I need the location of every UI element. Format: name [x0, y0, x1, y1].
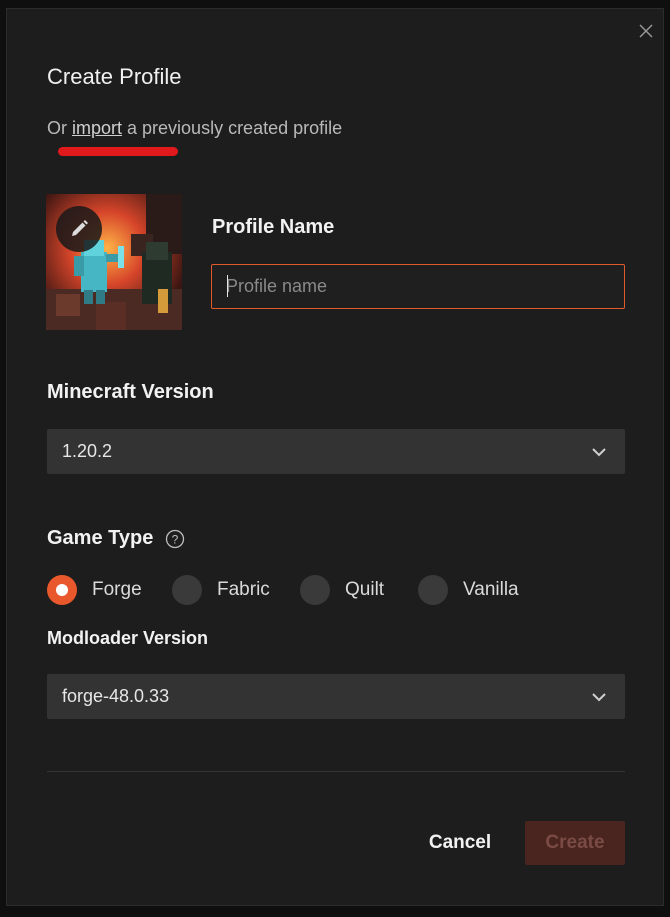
profile-name-label: Profile Name	[212, 216, 335, 238]
profile-name-input[interactable]	[211, 264, 625, 309]
radio-fabric[interactable]: Fabric	[172, 574, 270, 606]
create-profile-dialog: Create Profile Or import a previously cr…	[6, 8, 664, 906]
minecraft-version-value: 1.20.2	[62, 441, 113, 461]
svg-text:?: ?	[172, 533, 179, 547]
radio-label: Forge	[92, 579, 142, 600]
radio-label: Quilt	[345, 579, 385, 600]
create-button[interactable]: Create	[525, 821, 625, 865]
radio-indicator	[418, 575, 448, 605]
radio-label: Fabric	[217, 579, 270, 600]
annotation-underline	[58, 147, 178, 156]
modloader-version-value: forge-48.0.33	[62, 686, 170, 706]
import-suffix: a previously created profile	[122, 118, 343, 138]
radio-indicator	[47, 575, 77, 605]
question-circle-icon[interactable]: ?	[165, 529, 185, 549]
cancel-button[interactable]: Cancel	[417, 821, 503, 865]
import-link[interactable]: import	[72, 118, 122, 138]
radio-quilt[interactable]: Quilt	[300, 574, 384, 606]
chevron-down-icon	[591, 689, 607, 707]
close-button[interactable]	[637, 22, 655, 40]
edit-pencil-icon	[72, 220, 88, 236]
text-caret	[227, 275, 228, 297]
import-prefix: Or	[47, 118, 72, 138]
dialog-title: Create Profile	[47, 64, 182, 89]
profile-avatar[interactable]	[46, 194, 182, 330]
radio-label: Vanilla	[463, 579, 519, 600]
radio-vanilla[interactable]: Vanilla	[418, 574, 519, 606]
edit-avatar-badge[interactable]	[56, 206, 102, 252]
import-line: Or import a previously created profile	[47, 118, 342, 139]
footer-divider	[47, 771, 625, 772]
radio-forge[interactable]: Forge	[47, 574, 142, 606]
modloader-version-select[interactable]: forge-48.0.33	[47, 674, 625, 719]
chevron-down-icon	[591, 444, 607, 462]
modloader-version-label: Modloader Version	[47, 628, 209, 648]
radio-indicator	[300, 575, 330, 605]
game-type-label: Game Type	[47, 527, 154, 549]
close-icon	[639, 24, 653, 38]
minecraft-version-label: Minecraft Version	[47, 381, 214, 403]
radio-indicator	[172, 575, 202, 605]
minecraft-version-select[interactable]: 1.20.2	[47, 429, 625, 474]
